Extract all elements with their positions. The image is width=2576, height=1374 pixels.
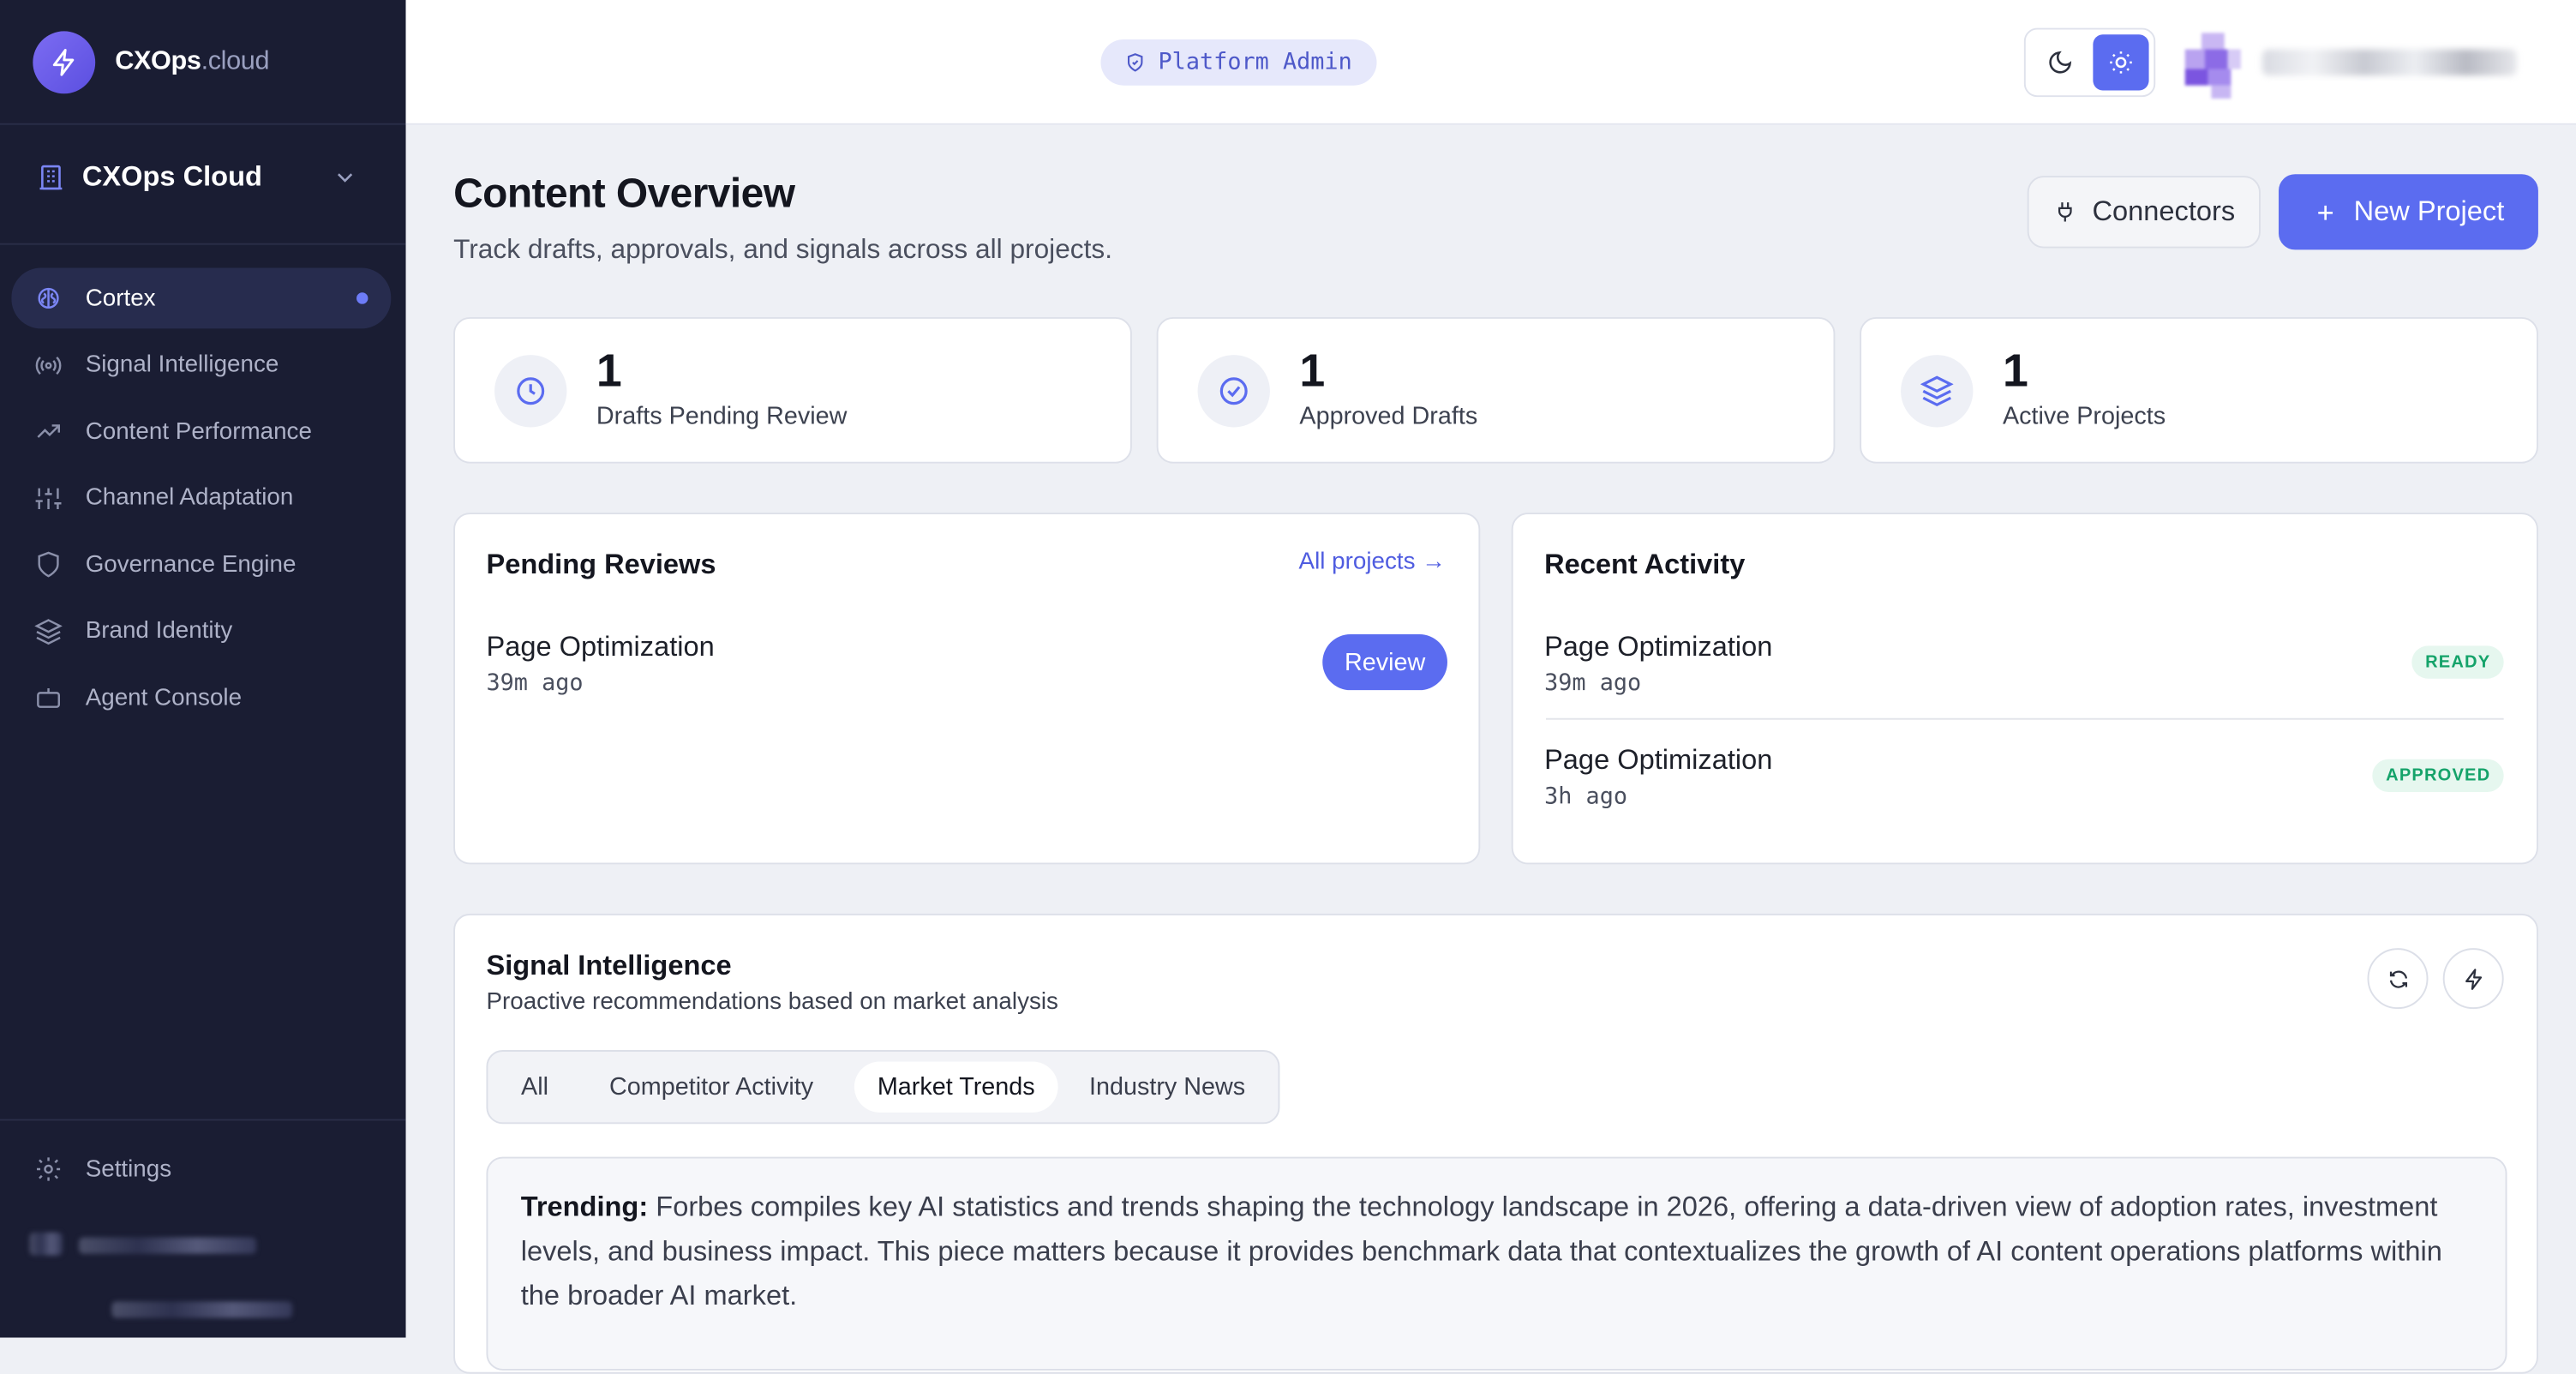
sun-icon xyxy=(2110,51,2132,74)
clock-icon xyxy=(494,355,567,428)
plus-icon xyxy=(2317,204,2333,219)
sidebar: CXOps.cloud CXOps Cloud Cortex Signal In… xyxy=(0,0,406,1338)
stat-value: 1 xyxy=(1299,345,1326,397)
top-header: Platform Admin xyxy=(405,0,2576,125)
divider xyxy=(0,1119,406,1121)
broadcast-icon xyxy=(35,356,62,375)
status-badge: READY xyxy=(2411,645,2504,679)
panel-title: Signal Intelligence xyxy=(486,950,732,981)
brain-icon xyxy=(38,287,59,309)
chevron-down-icon xyxy=(338,173,353,183)
review-item-time: 39m ago xyxy=(486,670,584,697)
trend-label: Trending: xyxy=(520,1191,649,1223)
workspace-name: CXOps Cloud xyxy=(81,160,262,193)
new-project-button[interactable]: New Project xyxy=(2279,174,2538,250)
sidebar-item-agent-console[interactable]: Agent Console xyxy=(11,667,391,728)
activity-item-title[interactable]: Page Optimization xyxy=(1544,631,1772,663)
recent-activity-panel: Recent Activity Page Optimization 39m ag… xyxy=(1511,513,2538,865)
panel-subtitle: Proactive recommendations based on marke… xyxy=(486,989,1058,1016)
sidebar-item-cortex[interactable]: Cortex xyxy=(11,267,392,329)
workspace-switcher[interactable]: CXOps Cloud xyxy=(36,151,364,203)
stat-value: 1 xyxy=(2002,345,2028,397)
tab-all[interactable]: All xyxy=(498,1061,572,1112)
sidebar-item-settings[interactable]: Settings xyxy=(34,1155,171,1184)
tab-market-trends[interactable]: Market Trends xyxy=(854,1061,1058,1113)
role-badge: Platform Admin xyxy=(1100,39,1377,86)
sidebar-item-channel-adaptation[interactable]: Channel Adaptation xyxy=(11,467,391,528)
sliders-icon xyxy=(35,487,62,509)
activity-item-time: 39m ago xyxy=(1544,670,1642,697)
status-badge: APPROVED xyxy=(2372,759,2504,793)
stat-card-approved-drafts: 1 Approved Drafts xyxy=(1156,317,1836,464)
panel-title: Recent Activity xyxy=(1544,549,1746,580)
brand[interactable]: CXOps.cloud xyxy=(33,30,270,96)
sidebar-nav: Cortex Signal Intelligence Content Perfo… xyxy=(11,267,392,733)
all-projects-link[interactable]: All projects → xyxy=(1299,549,1446,575)
shield-icon xyxy=(1127,53,1143,72)
theme-toggle xyxy=(2023,27,2156,98)
divider xyxy=(0,243,406,245)
review-button[interactable]: Review xyxy=(1322,634,1447,691)
moon-icon xyxy=(2049,51,2072,74)
divider xyxy=(1545,717,2504,720)
bolt-icon xyxy=(2465,968,2482,989)
redacted-user-name xyxy=(2261,49,2517,76)
sidebar-item-governance-engine[interactable]: Governance Engine xyxy=(11,534,391,595)
signal-tabs: All Competitor Activity Market Trends In… xyxy=(486,1050,1280,1125)
stat-label: Approved Drafts xyxy=(1299,402,1478,431)
plug-icon xyxy=(2058,202,2071,222)
refresh-button[interactable] xyxy=(2367,948,2429,1010)
stat-label: Drafts Pending Review xyxy=(596,402,848,431)
trending-up-icon xyxy=(37,424,60,438)
page-title: Content Overview xyxy=(453,171,795,218)
layers-icon xyxy=(34,618,63,645)
page-subtitle: Track drafts, approvals, and signals acr… xyxy=(453,235,1112,265)
signal-intelligence-panel: Signal Intelligence Proactive recommenda… xyxy=(453,913,2538,1374)
light-mode-button[interactable] xyxy=(2093,34,2149,91)
sidebar-item-brand-identity[interactable]: Brand Identity xyxy=(11,601,391,662)
trend-insight[interactable]: Trending: Forbes compiles key AI statist… xyxy=(486,1156,2507,1371)
building-icon xyxy=(39,165,63,190)
bolt-logo-icon xyxy=(33,31,96,94)
stat-label: Active Projects xyxy=(2002,402,2166,431)
refresh-icon xyxy=(2388,969,2407,987)
stat-card-active-projects: 1 Active Projects xyxy=(1860,317,2538,464)
connectors-button[interactable]: Connectors xyxy=(2027,176,2261,249)
activity-item-title[interactable]: Page Optimization xyxy=(1544,744,1772,777)
brand-name: CXOps.cloud xyxy=(115,47,270,76)
sidebar-item-content-performance[interactable]: Content Performance xyxy=(11,401,391,462)
bot-icon xyxy=(37,687,60,708)
shield-icon xyxy=(38,551,59,578)
generate-button[interactable] xyxy=(2442,948,2504,1010)
active-indicator xyxy=(356,292,368,304)
tab-competitor-activity[interactable]: Competitor Activity xyxy=(582,1061,842,1112)
sidebar-item-signal-intelligence[interactable]: Signal Intelligence xyxy=(11,334,391,395)
avatar[interactable] xyxy=(2184,33,2241,99)
layers-icon xyxy=(1901,355,1974,428)
activity-item-time: 3h ago xyxy=(1544,783,1628,811)
divider xyxy=(0,123,406,125)
review-item-title[interactable]: Page Optimization xyxy=(486,631,714,663)
panel-title: Pending Reviews xyxy=(486,549,716,580)
trend-text: Forbes compiles key AI statistics and tr… xyxy=(520,1191,2442,1311)
tab-industry-news[interactable]: Industry News xyxy=(1071,1061,1263,1112)
stat-value: 1 xyxy=(596,345,622,397)
stat-card-drafts-pending: 1 Drafts Pending Review xyxy=(453,317,1132,464)
check-circle-icon xyxy=(1197,355,1270,428)
pending-reviews-panel: Pending Reviews All projects → Page Opti… xyxy=(453,513,1481,865)
dark-mode-button[interactable] xyxy=(2032,34,2088,90)
gear-icon xyxy=(36,1157,61,1181)
